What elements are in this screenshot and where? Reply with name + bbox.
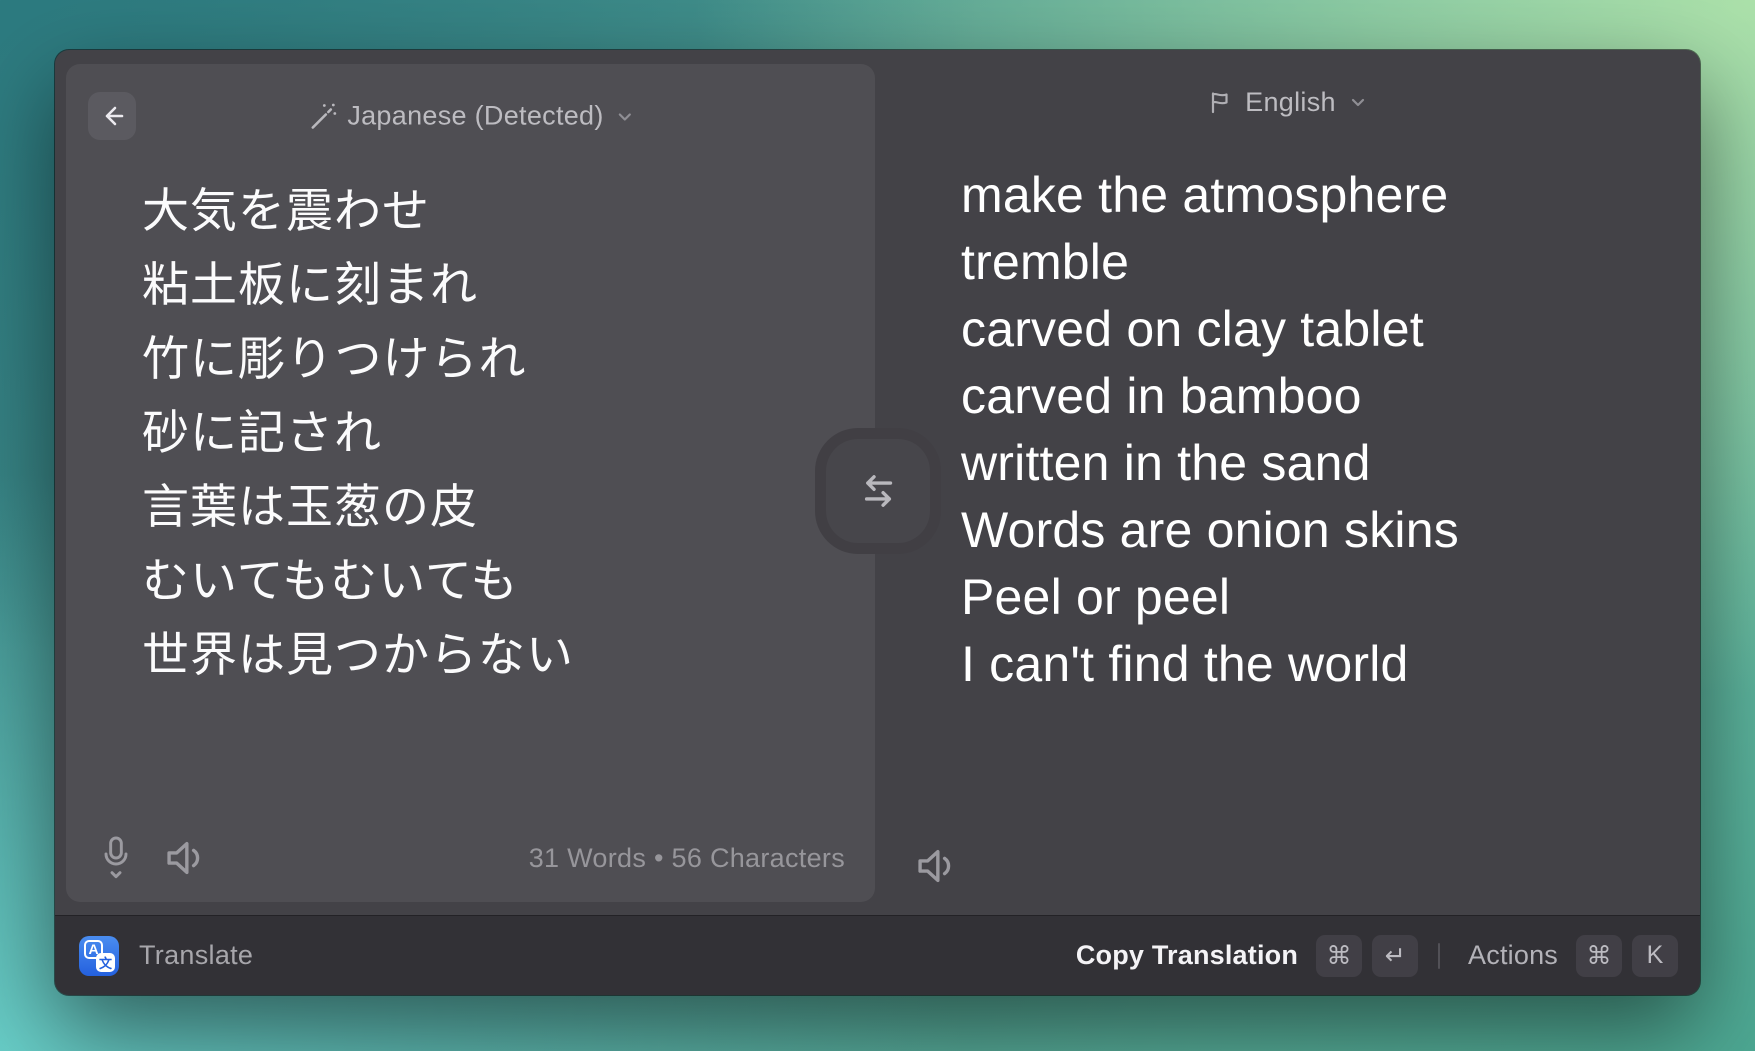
return-key-badge: ↵ [1372,935,1418,977]
app-identity: A 文 Translate [79,936,253,976]
text-line: written in the sand [961,430,1601,497]
action-bar: A 文 Translate Copy Translation ⌘ ↵ Actio… [55,915,1700,995]
source-toolbar: 31 Words • 56 Characters [100,834,845,882]
source-language-label: Japanese (Detected) [347,101,603,132]
translate-app-icon: A 文 [79,936,119,976]
source-language-selector[interactable]: Japanese (Detected) [306,101,634,132]
chevron-down-icon [615,106,635,126]
word-count: 31 Words • 56 Characters [529,843,845,874]
back-arrow-icon [98,102,126,130]
swap-arrows-icon [853,466,903,516]
swap-languages-button[interactable] [826,439,930,543]
translation-text: make the atmosphere tremblecarved on cla… [961,162,1601,698]
app-icon-cjk-glyph: 文 [96,953,115,972]
source-panel: Japanese (Detected) 大気を震わせ粘土板に刻まれ竹に彫りつけら… [66,64,875,902]
text-line: Words are onion skins [961,497,1601,564]
text-line: 大気を震わせ [142,174,845,248]
footer-actions: Copy Translation ⌘ ↵ Actions ⌘ K [1076,935,1678,977]
target-language-selector[interactable]: English [875,56,1700,148]
text-line: 竹に彫りつけられ [142,322,845,396]
speak-translation-icon[interactable] [915,847,959,885]
text-line: 粘土板に刻まれ [142,248,845,322]
text-line: carved in bamboo [961,363,1601,430]
source-text[interactable]: 大気を震わせ粘土板に刻まれ竹に彫りつけられ砂に記され言葉は玉葱の皮むいてもむいて… [142,174,845,692]
speak-source-icon[interactable] [164,839,208,877]
chevron-down-icon [1348,92,1368,112]
command-key-badge: ⌘ [1576,935,1622,977]
target-language-label: English [1245,87,1336,118]
translate-main: Japanese (Detected) 大気を震わせ粘土板に刻まれ竹に彫りつけら… [55,50,1700,915]
app-name: Translate [139,940,253,971]
text-line: carved on clay tablet [961,296,1601,363]
target-panel: English make the atmosphere tremblecarve… [875,50,1700,915]
k-key-badge: K [1632,935,1678,977]
magic-wand-icon [306,101,336,131]
microphone-icon[interactable] [100,835,132,881]
translate-window: Japanese (Detected) 大気を震わせ粘土板に刻まれ竹に彫りつけら… [55,50,1700,995]
target-toolbar [915,847,959,885]
copy-translation-button[interactable]: Copy Translation [1076,940,1298,971]
command-key-badge: ⌘ [1316,935,1362,977]
back-button[interactable] [88,92,136,140]
text-line: Peel or peel [961,564,1601,631]
text-line: I can't find the world [961,631,1601,698]
actions-menu-button[interactable]: Actions [1468,940,1558,971]
footer-divider [1438,943,1440,969]
text-line: make the atmosphere tremble [961,162,1601,296]
source-header: Japanese (Detected) [66,70,875,162]
text-line: 言葉は玉葱の皮 [142,470,845,544]
desktop: { "window": { "source": { "back_icon": "… [0,0,1755,1051]
text-line: むいてもむいても [142,544,845,618]
flag-icon [1207,89,1233,115]
text-line: 世界は見つからない [142,618,845,692]
text-line: 砂に記され [142,396,845,470]
